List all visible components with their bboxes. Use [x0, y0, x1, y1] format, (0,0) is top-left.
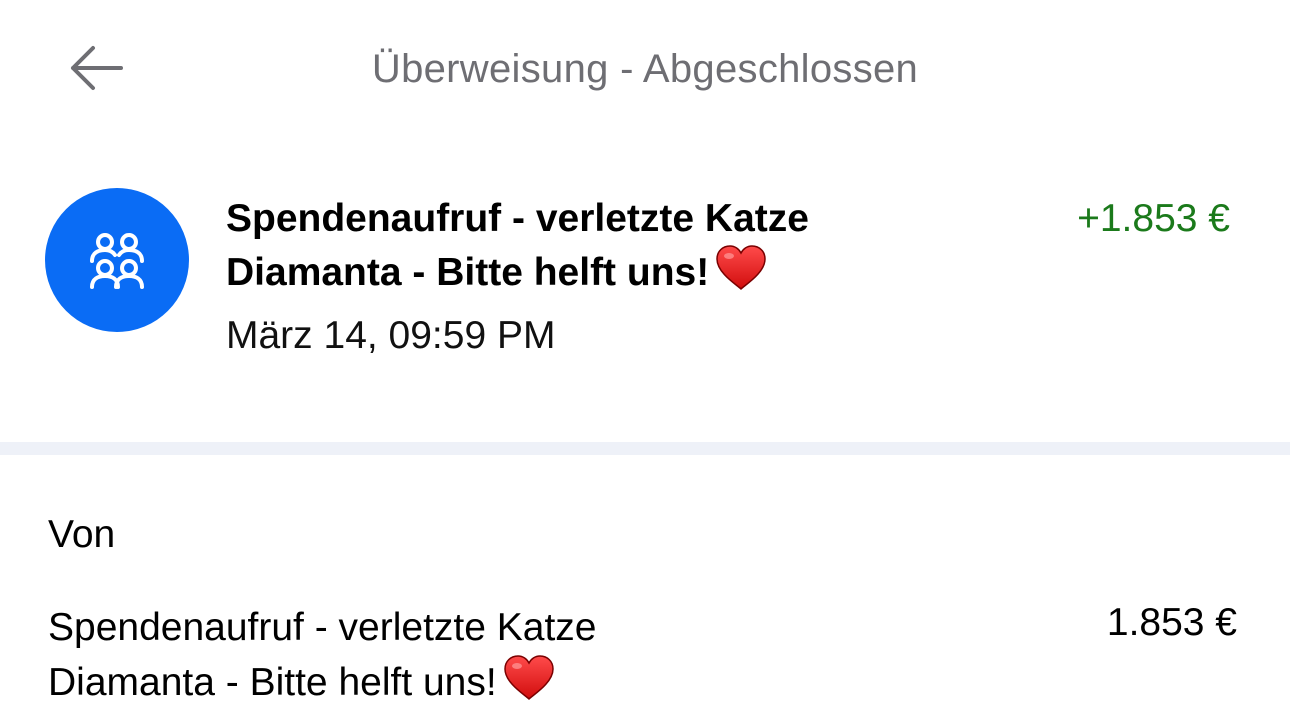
from-name: Spendenaufruf - verletzte Katze Diamanta… [48, 601, 748, 716]
page-title: Überweisung - Abgeschlossen [371, 47, 919, 91]
heart-emoji [715, 245, 767, 305]
transaction-title: Spendenaufruf - verletzte Katze Diamanta… [226, 192, 946, 305]
heart-icon [716, 245, 766, 291]
from-label: Von [48, 513, 116, 556]
transaction-amount: +1.853 € [1077, 197, 1230, 240]
from-amount: 1.853 € [1106, 601, 1237, 644]
heart-icon [503, 655, 554, 701]
section-divider [0, 442, 1290, 455]
transaction-date: März 14, 09:59 PM [226, 314, 556, 357]
avatar [45, 188, 189, 332]
group-people-icon [90, 233, 144, 289]
heart-emoji [503, 655, 555, 716]
transfer-detail-screen: Überweisung - Abgeschlossen Spendenaufru… [0, 0, 1290, 728]
